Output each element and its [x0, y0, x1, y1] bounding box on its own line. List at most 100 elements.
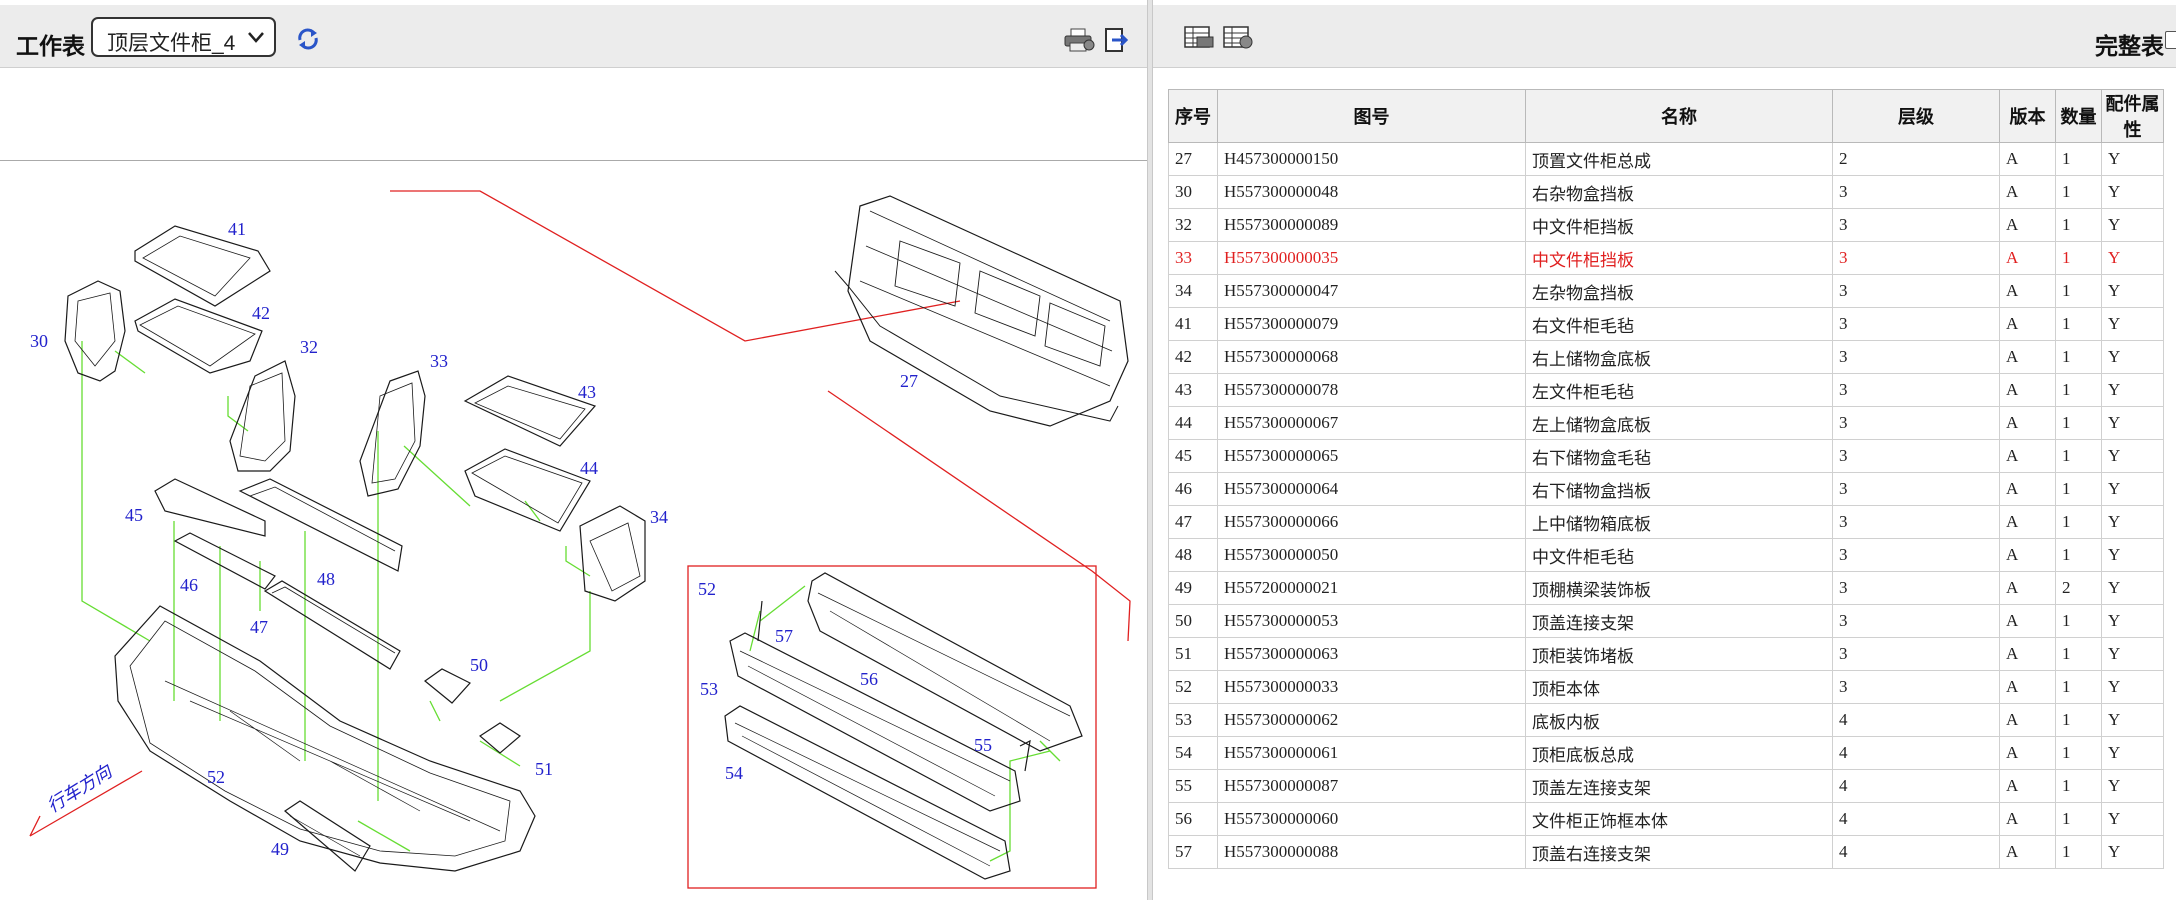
- table-cell: A: [1999, 538, 2056, 572]
- table-cell: 1: [2055, 703, 2102, 737]
- table-cell: 右下储物盒挡板: [1525, 472, 1833, 506]
- column-header[interactable]: 数量: [2055, 89, 2102, 143]
- table-row[interactable]: 33 H557300000035 中文件柜挡板 3 A 1 Y: [1168, 241, 2164, 275]
- table-row[interactable]: 53 H557300000062 底板内板 4 A 1 Y: [1168, 703, 2164, 737]
- bom-toolbar: 完整表: [1153, 5, 2176, 68]
- callout-label[interactable]: 46: [180, 575, 198, 595]
- callout-label[interactable]: 52: [698, 579, 716, 599]
- table-cell: 顶柜装饰堵板: [1525, 637, 1833, 671]
- table-cell: Y: [2101, 505, 2164, 539]
- callout-label[interactable]: 43: [578, 382, 596, 402]
- table-cell: 52: [1168, 670, 1218, 704]
- callout-label[interactable]: 47: [250, 617, 268, 637]
- table-row[interactable]: 48 H557300000050 中文件柜毛毡 3 A 1 Y: [1168, 538, 2164, 572]
- callout-label[interactable]: 57: [775, 626, 793, 646]
- callout-label[interactable]: 56: [860, 669, 878, 689]
- table-row[interactable]: 52 H557300000033 顶柜本体 3 A 1 Y: [1168, 670, 2164, 704]
- table-cell: 3: [1832, 439, 2000, 473]
- table-cell: 右杂物盒挡板: [1525, 175, 1833, 209]
- column-header[interactable]: 版本: [1999, 89, 2056, 143]
- exploded-view-drawing[interactable]: 41 42 30 32 33 43 44 34 45 48 46 47 50 5…: [0, 160, 1147, 901]
- callout-label[interactable]: 42: [252, 303, 270, 323]
- table-cell: H557300000033: [1217, 670, 1526, 704]
- table-cell: A: [1999, 835, 2056, 869]
- callout-label[interactable]: 32: [300, 337, 318, 357]
- table-cell: H557300000088: [1217, 835, 1526, 869]
- table-row[interactable]: 47 H557300000066 上中储物箱底板 3 A 1 Y: [1168, 505, 2164, 539]
- column-header[interactable]: 图号: [1217, 89, 1526, 143]
- table-cell: 3: [1832, 505, 2000, 539]
- column-header[interactable]: 层级: [1832, 89, 2000, 143]
- table-cell: 1: [2055, 637, 2102, 671]
- table-cell: 1: [2055, 208, 2102, 242]
- table-cell: 51: [1168, 637, 1218, 671]
- table-cell: 46: [1168, 472, 1218, 506]
- table-cell: 1: [2055, 307, 2102, 341]
- callout-label[interactable]: 51: [535, 759, 553, 779]
- table-row[interactable]: 43 H557300000078 左文件柜毛毡 3 A 1 Y: [1168, 373, 2164, 407]
- table-row[interactable]: 27 H457300000150 顶置文件柜总成 2 A 1 Y: [1168, 142, 2164, 176]
- table-row[interactable]: 57 H557300000088 顶盖右连接支架 4 A 1 Y: [1168, 835, 2164, 869]
- pane-splitter[interactable]: [1147, 0, 1153, 900]
- table-row[interactable]: 55 H557300000087 顶盖左连接支架 4 A 1 Y: [1168, 769, 2164, 803]
- table-row[interactable]: 41 H557300000079 右文件柜毛毡 3 A 1 Y: [1168, 307, 2164, 341]
- table-cell: A: [1999, 274, 2056, 308]
- column-header[interactable]: 名称: [1525, 89, 1833, 143]
- table-row[interactable]: 56 H557300000060 文件柜正饰框本体 4 A 1 Y: [1168, 802, 2164, 836]
- table-cell: 3: [1832, 472, 2000, 506]
- callout-label[interactable]: 30: [30, 331, 48, 351]
- table-row[interactable]: 51 H557300000063 顶柜装饰堵板 3 A 1 Y: [1168, 637, 2164, 671]
- refresh-icon[interactable]: [294, 25, 322, 53]
- table-cell: Y: [2101, 307, 2164, 341]
- table-cell: A: [1999, 670, 2056, 704]
- callout-label[interactable]: 48: [317, 569, 335, 589]
- red-leader-lines: [29, 190, 1131, 889]
- column-header[interactable]: 配件属性: [2101, 89, 2164, 143]
- table-row[interactable]: 42 H557300000068 右上储物盒底板 3 A 1 Y: [1168, 340, 2164, 374]
- table-row[interactable]: 44 H557300000067 左上储物盒底板 3 A 1 Y: [1168, 406, 2164, 440]
- table-cell: Y: [2101, 175, 2164, 209]
- callout-label[interactable]: 50: [470, 655, 488, 675]
- callout-label[interactable]: 27: [900, 371, 918, 391]
- table-cell: A: [1999, 373, 2056, 407]
- callout-label[interactable]: 49: [271, 839, 289, 859]
- callout-label[interactable]: 54: [725, 763, 743, 783]
- worksheet-select[interactable]: 顶层文件柜_4: [91, 17, 276, 57]
- table-cell: H557300000047: [1217, 274, 1526, 308]
- column-header[interactable]: 序号: [1168, 89, 1218, 143]
- table-cell: 53: [1168, 703, 1218, 737]
- table-export-icon[interactable]: [1220, 23, 1254, 51]
- table-row[interactable]: 32 H557300000089 中文件柜挡板 3 A 1 Y: [1168, 208, 2164, 242]
- table-cell: H557300000087: [1217, 769, 1526, 803]
- table-cell: 56: [1168, 802, 1218, 836]
- table-cell: Y: [2101, 274, 2164, 308]
- table-cell: A: [1999, 142, 2056, 176]
- table-cell: A: [1999, 175, 2056, 209]
- table-row[interactable]: 30 H557300000048 右杂物盒挡板 3 A 1 Y: [1168, 175, 2164, 209]
- table-print-icon[interactable]: [1181, 23, 1215, 51]
- callout-label[interactable]: 44: [580, 458, 598, 478]
- table-cell: 左上储物盒底板: [1525, 406, 1833, 440]
- callout-label[interactable]: 52: [207, 767, 225, 787]
- table-row[interactable]: 49 H557200000021 顶棚横梁装饰板 3 A 2 Y: [1168, 571, 2164, 605]
- table-cell: 1: [2055, 472, 2102, 506]
- table-row[interactable]: 45 H557300000065 右下储物盒毛毡 3 A 1 Y: [1168, 439, 2164, 473]
- table-row[interactable]: 54 H557300000061 顶柜底板总成 4 A 1 Y: [1168, 736, 2164, 770]
- table-row[interactable]: 46 H557300000064 右下储物盒挡板 3 A 1 Y: [1168, 472, 2164, 506]
- callout-label[interactable]: 45: [125, 505, 143, 525]
- print-icon[interactable]: [1062, 27, 1096, 53]
- table-row[interactable]: 50 H557300000053 顶盖连接支架 3 A 1 Y: [1168, 604, 2164, 638]
- table-row[interactable]: 34 H557300000047 左杂物盒挡板 3 A 1 Y: [1168, 274, 2164, 308]
- table-cell: 4: [1832, 736, 2000, 770]
- callout-label[interactable]: 55: [974, 735, 992, 755]
- callout-label[interactable]: 41: [228, 219, 246, 239]
- direction-label: 行车方向: [44, 760, 117, 816]
- table-cell: H557300000065: [1217, 439, 1526, 473]
- callout-label[interactable]: 34: [650, 507, 668, 527]
- full-table-checkbox[interactable]: [2165, 31, 2176, 49]
- export-icon[interactable]: [1104, 27, 1130, 53]
- table-cell: 1: [2055, 505, 2102, 539]
- callout-label[interactable]: 33: [430, 351, 448, 371]
- callout-label[interactable]: 53: [700, 679, 718, 699]
- table-cell: 1: [2055, 142, 2102, 176]
